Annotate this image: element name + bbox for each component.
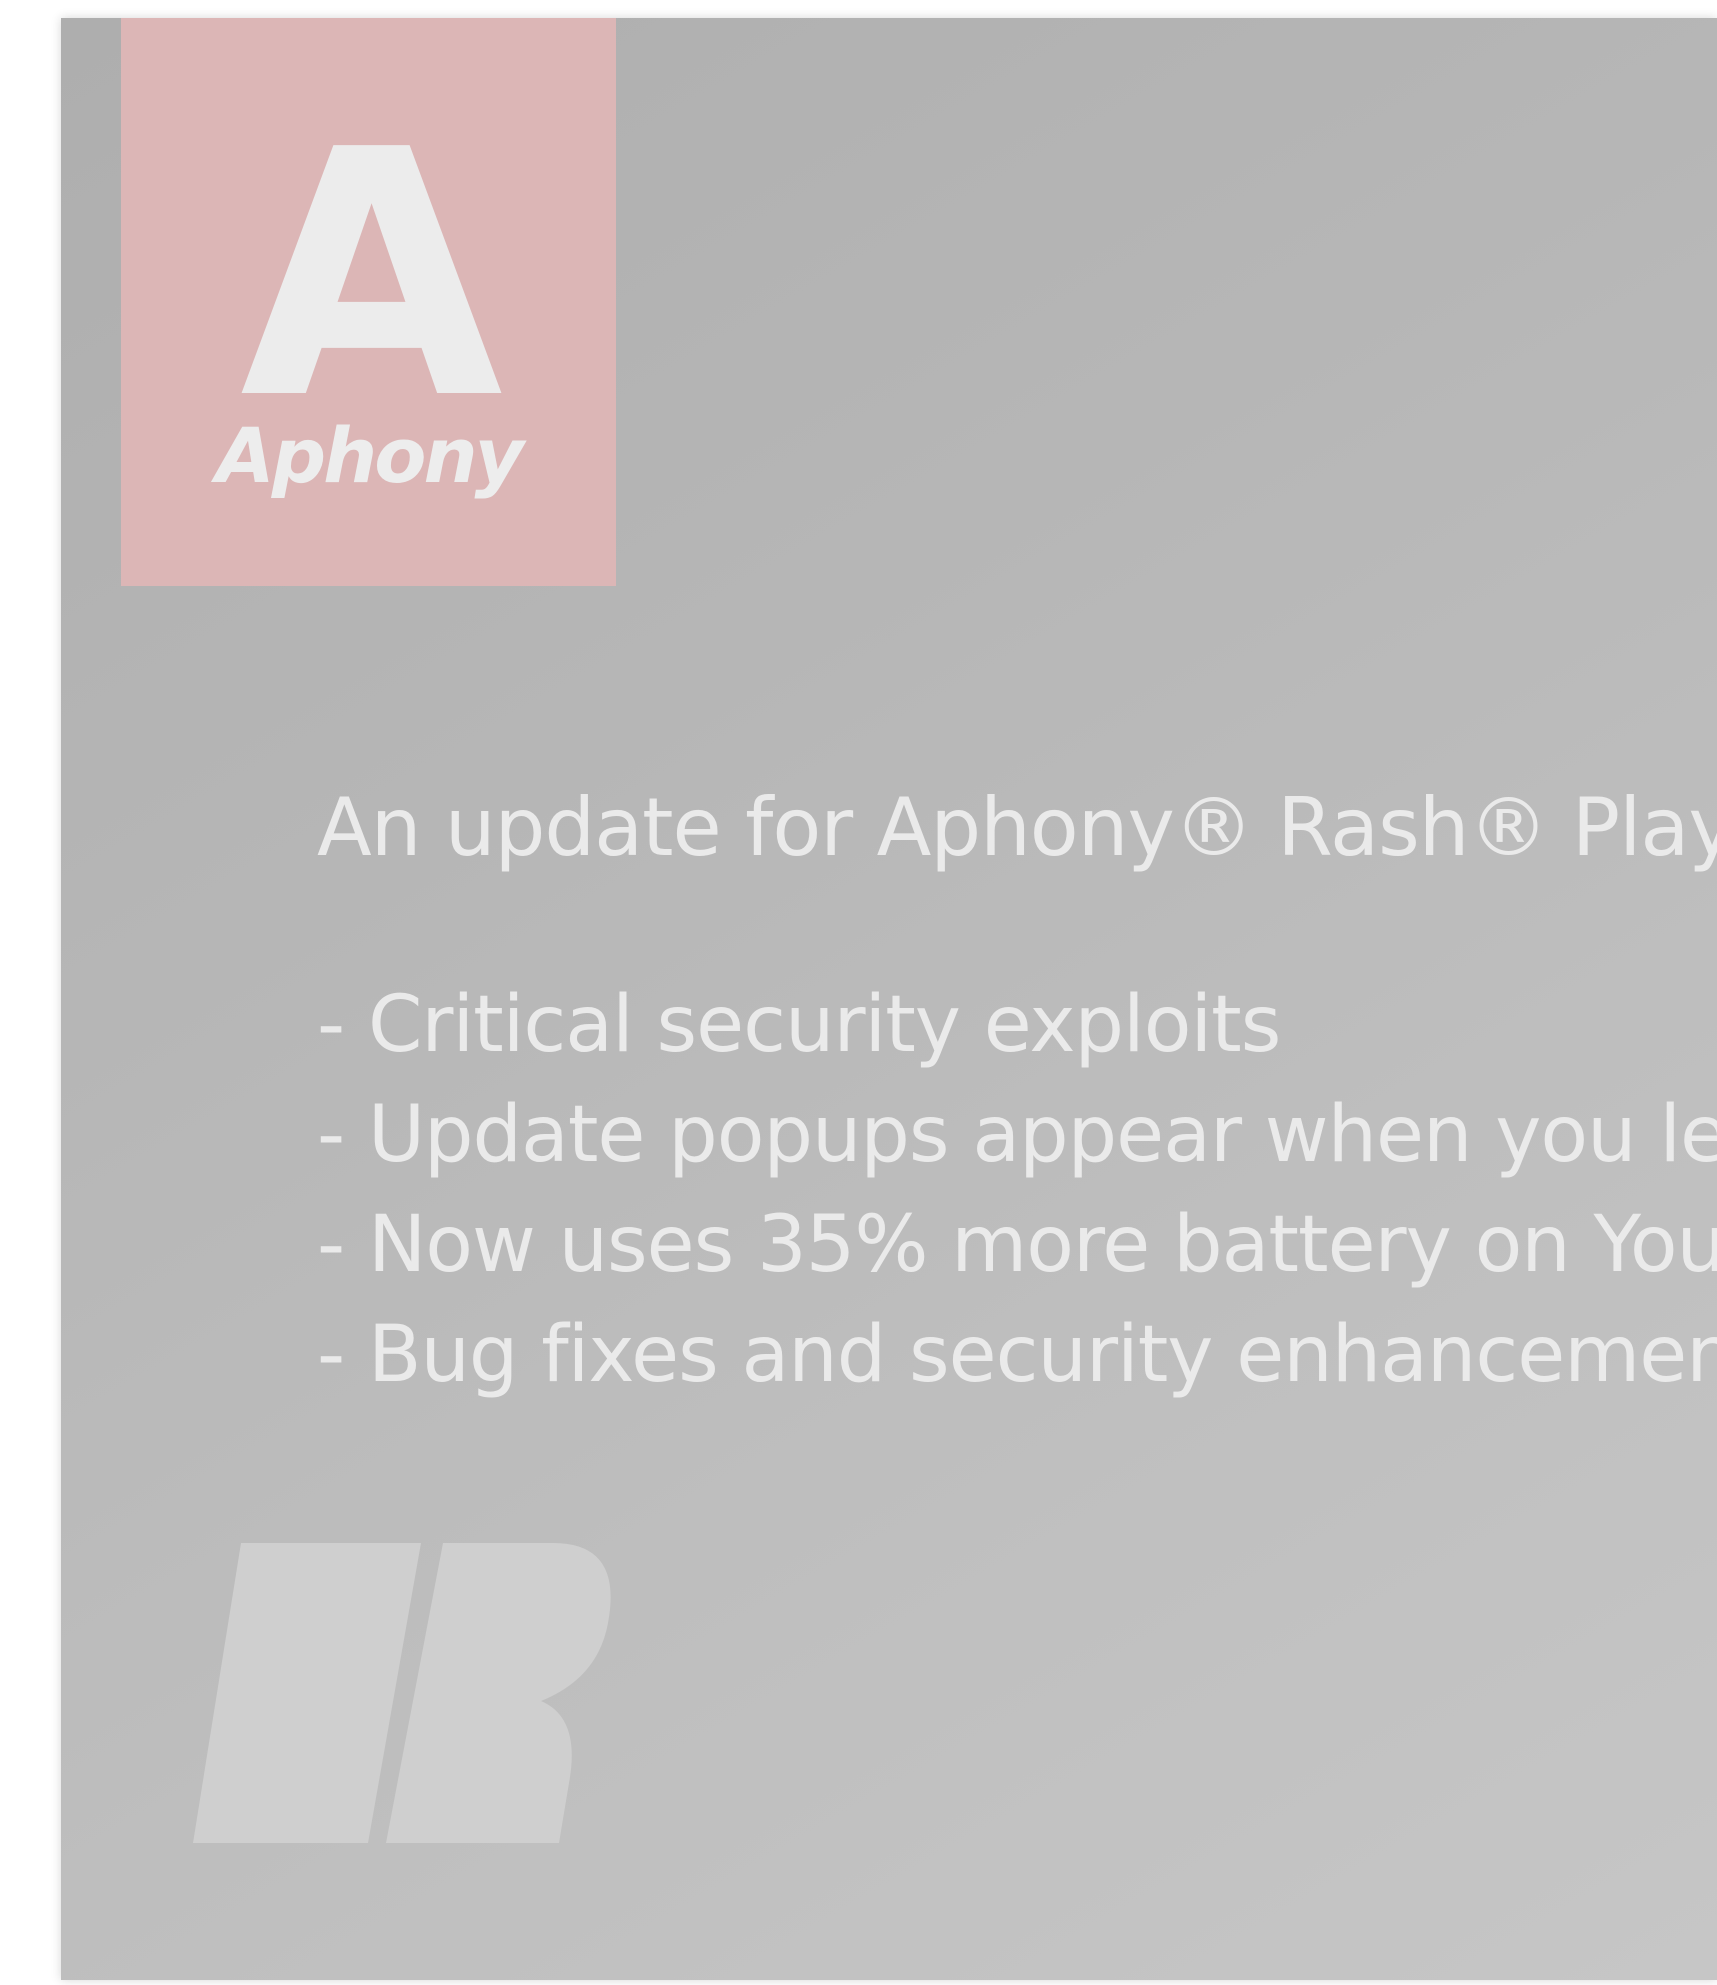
update-notes-list: - Critical security exploits - Update po… xyxy=(317,970,1717,1410)
update-dialog: A Aphony An update for Aphony® Rash® Pla… xyxy=(61,18,1717,1980)
brand-logo-icon xyxy=(193,1543,611,1843)
update-note-item: - Now uses 35% more battery on You xyxy=(317,1200,1717,1290)
update-note-item: - Bug fixes and security enhancemen xyxy=(317,1310,1717,1400)
update-note-item: - Update popups appear when you le xyxy=(317,1090,1717,1180)
product-logo: A Aphony xyxy=(121,18,616,586)
update-message: An update for Aphony® Rash® Player - Cri… xyxy=(317,788,1717,1410)
update-note-item: - Critical security exploits xyxy=(317,980,1281,1070)
logo-letter: A xyxy=(239,78,503,474)
logo-wordmark: Aphony xyxy=(215,411,524,500)
update-headline: An update for Aphony® Rash® Player xyxy=(317,781,1717,874)
